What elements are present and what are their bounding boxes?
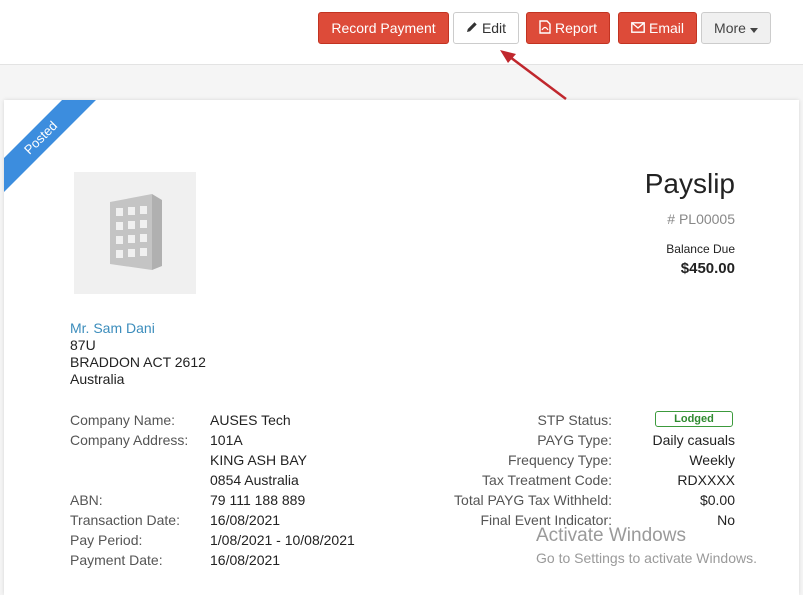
abn-label: ABN: <box>70 492 103 508</box>
edit-button[interactable]: Edit <box>453 12 519 44</box>
activate-windows-title: Activate Windows <box>536 525 686 546</box>
more-label: More <box>714 20 746 36</box>
total-payg-label: Total PAYG Tax Withheld: <box>454 492 612 508</box>
payslip-number: # PL00005 <box>667 211 735 227</box>
caret-down-icon <box>749 20 758 36</box>
payg-type-label: PAYG Type: <box>537 432 612 448</box>
company-address-line-3: 0854 Australia <box>210 472 299 488</box>
top-toolbar: Record Payment Edit Report Email More <box>0 0 803 65</box>
edit-label: Edit <box>481 20 507 36</box>
total-payg-value: $0.00 <box>699 492 735 508</box>
payment-date-value: 16/08/2021 <box>210 552 281 568</box>
company-address-label: Company Address: <box>70 432 189 448</box>
email-button[interactable]: Email <box>618 12 697 44</box>
payslip-card: Posted Payslip # PL00005 Balance Due $45… <box>4 100 799 595</box>
frequency-type-label: Frequency Type: <box>507 452 612 468</box>
payment-date-label: Payment Date: <box>70 552 163 568</box>
pay-period-label: Pay Period: <box>70 532 143 548</box>
company-logo <box>74 172 196 294</box>
address-line-3: Australia <box>70 371 125 387</box>
email-label: Email <box>648 20 684 36</box>
record-payment-button[interactable]: Record Payment <box>318 12 449 44</box>
recipient-name-link[interactable]: Mr. Sam Dani <box>70 320 206 337</box>
report-label: Report <box>554 20 598 36</box>
report-button[interactable]: Report <box>526 12 610 44</box>
building-icon <box>110 194 162 270</box>
company-address-line-1: 101A <box>210 432 243 448</box>
tax-treatment-value: RDXXXX <box>677 472 735 488</box>
status-badge: Lodged <box>655 411 733 427</box>
company-name-label: Company Name: <box>70 412 176 428</box>
pay-period-value: 1/08/2021 - 10/08/2021 <box>210 532 355 548</box>
abn-value: 79 111 188 889 <box>210 492 306 508</box>
pdf-file-icon <box>539 19 551 37</box>
company-address-line-2: KING ASH BAY <box>210 452 307 468</box>
pencil-icon <box>466 20 478 36</box>
stp-status-label: STP Status: <box>537 412 612 428</box>
final-event-value: No <box>717 512 735 528</box>
balance-due-label: Balance Due <box>666 242 735 256</box>
recipient-address: Mr. Sam Dani 87U BRADDON ACT 2612 Austra… <box>70 320 206 388</box>
frequency-type-value: Weekly <box>689 452 735 468</box>
transaction-date-value: 16/08/2021 <box>210 512 281 528</box>
record-payment-label: Record Payment <box>331 20 436 36</box>
page-title: Payslip <box>644 168 735 199</box>
tax-treatment-label: Tax Treatment Code: <box>482 472 612 488</box>
address-line-2: BRADDON ACT 2612 <box>70 354 206 370</box>
activate-windows-subtitle: Go to Settings to activate Windows. <box>536 550 757 566</box>
more-dropdown-button[interactable]: More <box>701 12 771 44</box>
address-line-1: 87U <box>70 337 96 353</box>
transaction-date-label: Transaction Date: <box>70 512 180 528</box>
company-name-value: AUSES Tech <box>210 412 291 428</box>
balance-due-value: $450.00 <box>680 260 735 277</box>
payg-type-value: Daily casuals <box>652 432 735 448</box>
envelope-icon <box>631 20 645 36</box>
